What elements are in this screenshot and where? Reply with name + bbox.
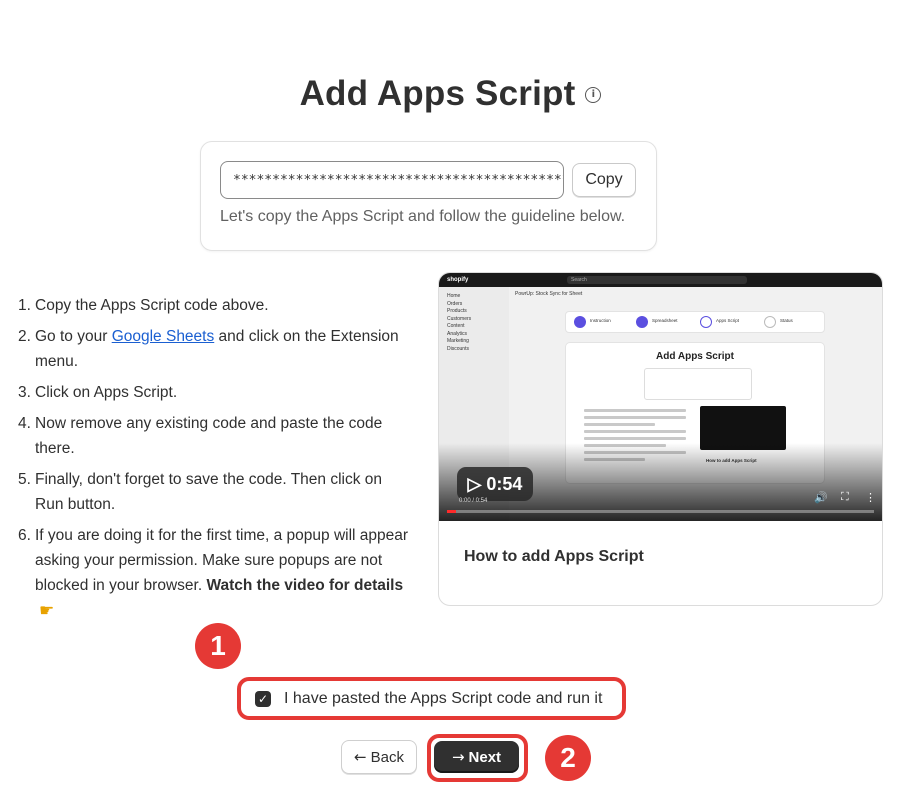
list-item: 5. Finally, don't forget to save the code…: [18, 471, 383, 513]
page-title: Add Apps Script i: [0, 74, 901, 114]
apps-script-code-field[interactable]: ****************************************…: [220, 161, 564, 199]
video-title: How to add Apps Script: [464, 548, 644, 565]
page-title-text: Add Apps Script: [299, 74, 576, 113]
volume-icon[interactable]: 🔊: [814, 491, 828, 504]
video-duration: 0:54: [486, 474, 523, 494]
list-item: 2. Go to your Google Sheets and click on …: [18, 328, 399, 370]
more-options-icon[interactable]: ⋮: [865, 491, 876, 504]
video-progress-fill: [447, 510, 456, 513]
back-button[interactable]: ← Back: [341, 740, 417, 774]
play-duration-button[interactable]: ▷ 0:54: [457, 467, 533, 501]
video-time: 0:00 / 0:54: [459, 498, 488, 504]
shopify-logo: shopify: [447, 277, 469, 283]
instruction-list: 1. Copy the Apps Script code above. 2. Go …: [18, 293, 413, 630]
confirm-checkbox[interactable]: ✓: [255, 691, 271, 707]
script-copy-card: ****************************************…: [200, 141, 657, 251]
thumbnail-stepper: Instruction Spreadsheet Apps Script Stat…: [565, 311, 825, 333]
google-sheets-link[interactable]: Google Sheets: [112, 328, 215, 345]
step-badge-1: 1: [195, 623, 241, 669]
play-icon: ▷: [467, 474, 482, 494]
info-icon[interactable]: i: [585, 87, 602, 103]
watch-video-note: Watch the video for details: [206, 577, 404, 594]
copy-hint-text: Let's copy the Apps Script and follow th…: [220, 208, 626, 225]
list-item: 6. If you are doing it for the first time…: [18, 523, 413, 624]
next-button[interactable]: → Next: [434, 741, 519, 773]
thumbnail-search: Search: [567, 276, 747, 284]
list-item: 3. Click on Apps Script.: [18, 384, 178, 401]
video-player[interactable]: shopify Search Home Orders Products Custom…: [439, 273, 882, 521]
pointing-hand-icon: ☛: [39, 601, 55, 620]
confirm-label: I have pasted the Apps Script code and r…: [284, 690, 603, 707]
list-item: 1. Copy the Apps Script code above.: [18, 297, 269, 314]
copy-button[interactable]: Copy: [572, 163, 636, 197]
thumbnail-topbar: shopify Search: [439, 273, 882, 287]
confirm-checkbox-row[interactable]: ✓ I have pasted the Apps Script code and…: [237, 677, 626, 720]
next-label: Next: [468, 749, 502, 766]
step-badge-2: 2: [545, 735, 591, 781]
back-label: Back: [370, 749, 404, 766]
video-progress-bar[interactable]: [447, 510, 874, 513]
arrow-left-icon: ←: [354, 748, 367, 766]
video-card[interactable]: shopify Search Home Orders Products Custom…: [438, 272, 883, 606]
arrow-right-icon: →: [451, 748, 465, 766]
list-item: 4. Now remove any existing code and paste…: [18, 415, 383, 457]
fullscreen-icon[interactable]: ⛶: [841, 491, 849, 504]
